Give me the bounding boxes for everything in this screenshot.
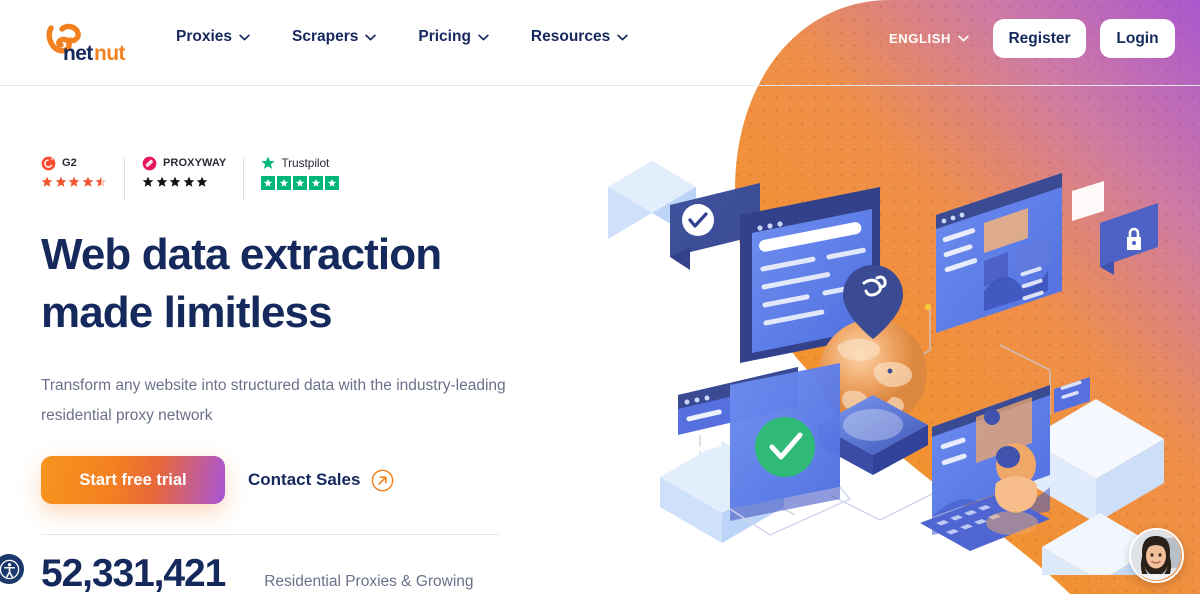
login-button[interactable]: Login xyxy=(1100,19,1175,58)
badge-name-g2: G2 xyxy=(62,157,77,169)
trustpilot-tile xyxy=(309,176,324,190)
chevron-down-icon xyxy=(239,34,250,40)
g2-star-rating xyxy=(41,176,107,188)
chevron-down-icon xyxy=(478,34,489,40)
contact-sales-label: Contact Sales xyxy=(248,470,361,489)
header-divider xyxy=(0,85,1200,86)
headline-line-1: Web data extraction xyxy=(41,230,442,279)
white-card xyxy=(1072,181,1104,221)
badge-name-trustpilot: Trustpilot xyxy=(281,156,330,170)
stat-label: Residential Proxies & Growing xyxy=(264,573,474,590)
netnut-logo[interactable]: net nut xyxy=(41,19,137,65)
accessibility-button[interactable] xyxy=(0,552,26,586)
arrow-up-right-circle-icon xyxy=(372,469,394,491)
trustpilot-star-rating xyxy=(261,176,340,190)
site-header: net nut Proxies Scrapers Pricing Resourc… xyxy=(0,0,1200,85)
hero-illustration xyxy=(580,95,1200,594)
node-marker xyxy=(924,303,932,311)
nav-item-scrapers[interactable]: Scrapers xyxy=(292,28,377,46)
svg-text:nut: nut xyxy=(94,42,125,65)
headline-line-2: made limitless xyxy=(41,288,333,338)
trustpilot-tile xyxy=(277,176,292,190)
trustpilot-tile xyxy=(261,176,276,190)
stat-number: 52,331,421 xyxy=(41,552,226,594)
header-actions: ENGLISH Register Login xyxy=(889,19,1175,58)
badge-trustpilot[interactable]: Trustpilot xyxy=(261,155,340,190)
nav-label-pricing: Pricing xyxy=(418,28,471,45)
page-title: Web data extraction made limitless xyxy=(41,226,551,342)
stats-counter: 52,331,421 Residential Proxies & Growing xyxy=(41,552,474,594)
language-label: ENGLISH xyxy=(889,31,951,46)
accessibility-person-icon xyxy=(0,559,19,579)
g2-logo-icon xyxy=(41,156,56,170)
nav-label-proxies: Proxies xyxy=(176,28,233,45)
main-nav: Proxies Scrapers Pricing Resources xyxy=(176,28,670,46)
nav-item-resources[interactable]: Resources xyxy=(531,28,628,46)
trust-badges: G2 PROXYWAY Trustpilot xyxy=(41,155,340,203)
padlock-badge xyxy=(1100,203,1158,275)
dashboard-window-right xyxy=(936,173,1062,333)
chevron-down-icon xyxy=(617,34,628,40)
start-free-trial-button[interactable]: Start free trial xyxy=(41,456,225,504)
chevron-down-icon xyxy=(958,35,969,42)
proxyway-logo-icon xyxy=(142,156,157,170)
nav-item-pricing[interactable]: Pricing xyxy=(418,28,489,46)
landing-page: net nut Proxies Scrapers Pricing Resourc… xyxy=(0,0,1200,594)
nav-label-scrapers: Scrapers xyxy=(292,28,359,45)
badge-name-proxyway: PROXYWAY xyxy=(163,157,227,169)
nav-label-resources: Resources xyxy=(530,28,611,45)
trustpilot-star-icon xyxy=(261,156,275,169)
badge-divider xyxy=(124,157,125,201)
trustpilot-tile xyxy=(325,176,340,190)
language-selector[interactable]: ENGLISH xyxy=(889,31,969,46)
register-button[interactable]: Register xyxy=(993,19,1086,58)
chevron-down-icon xyxy=(365,34,377,40)
badge-proxyway[interactable]: PROXYWAY xyxy=(142,155,226,188)
chat-widget-avatar[interactable] xyxy=(1129,528,1184,583)
nav-item-proxies[interactable]: Proxies xyxy=(176,28,250,46)
proxyway-star-rating xyxy=(142,176,226,188)
avatar xyxy=(1131,530,1181,580)
trustpilot-tile xyxy=(293,176,308,190)
badge-divider xyxy=(243,157,245,201)
contact-sales-link[interactable]: Contact Sales xyxy=(248,469,394,492)
hero-cta-row: Start free trial Contact Sales xyxy=(41,456,394,504)
hero-subtitle: Transform any website into structured da… xyxy=(41,377,506,424)
stats-divider xyxy=(41,534,499,535)
badge-g2[interactable]: G2 xyxy=(41,155,107,188)
svg-text:net: net xyxy=(63,42,93,65)
